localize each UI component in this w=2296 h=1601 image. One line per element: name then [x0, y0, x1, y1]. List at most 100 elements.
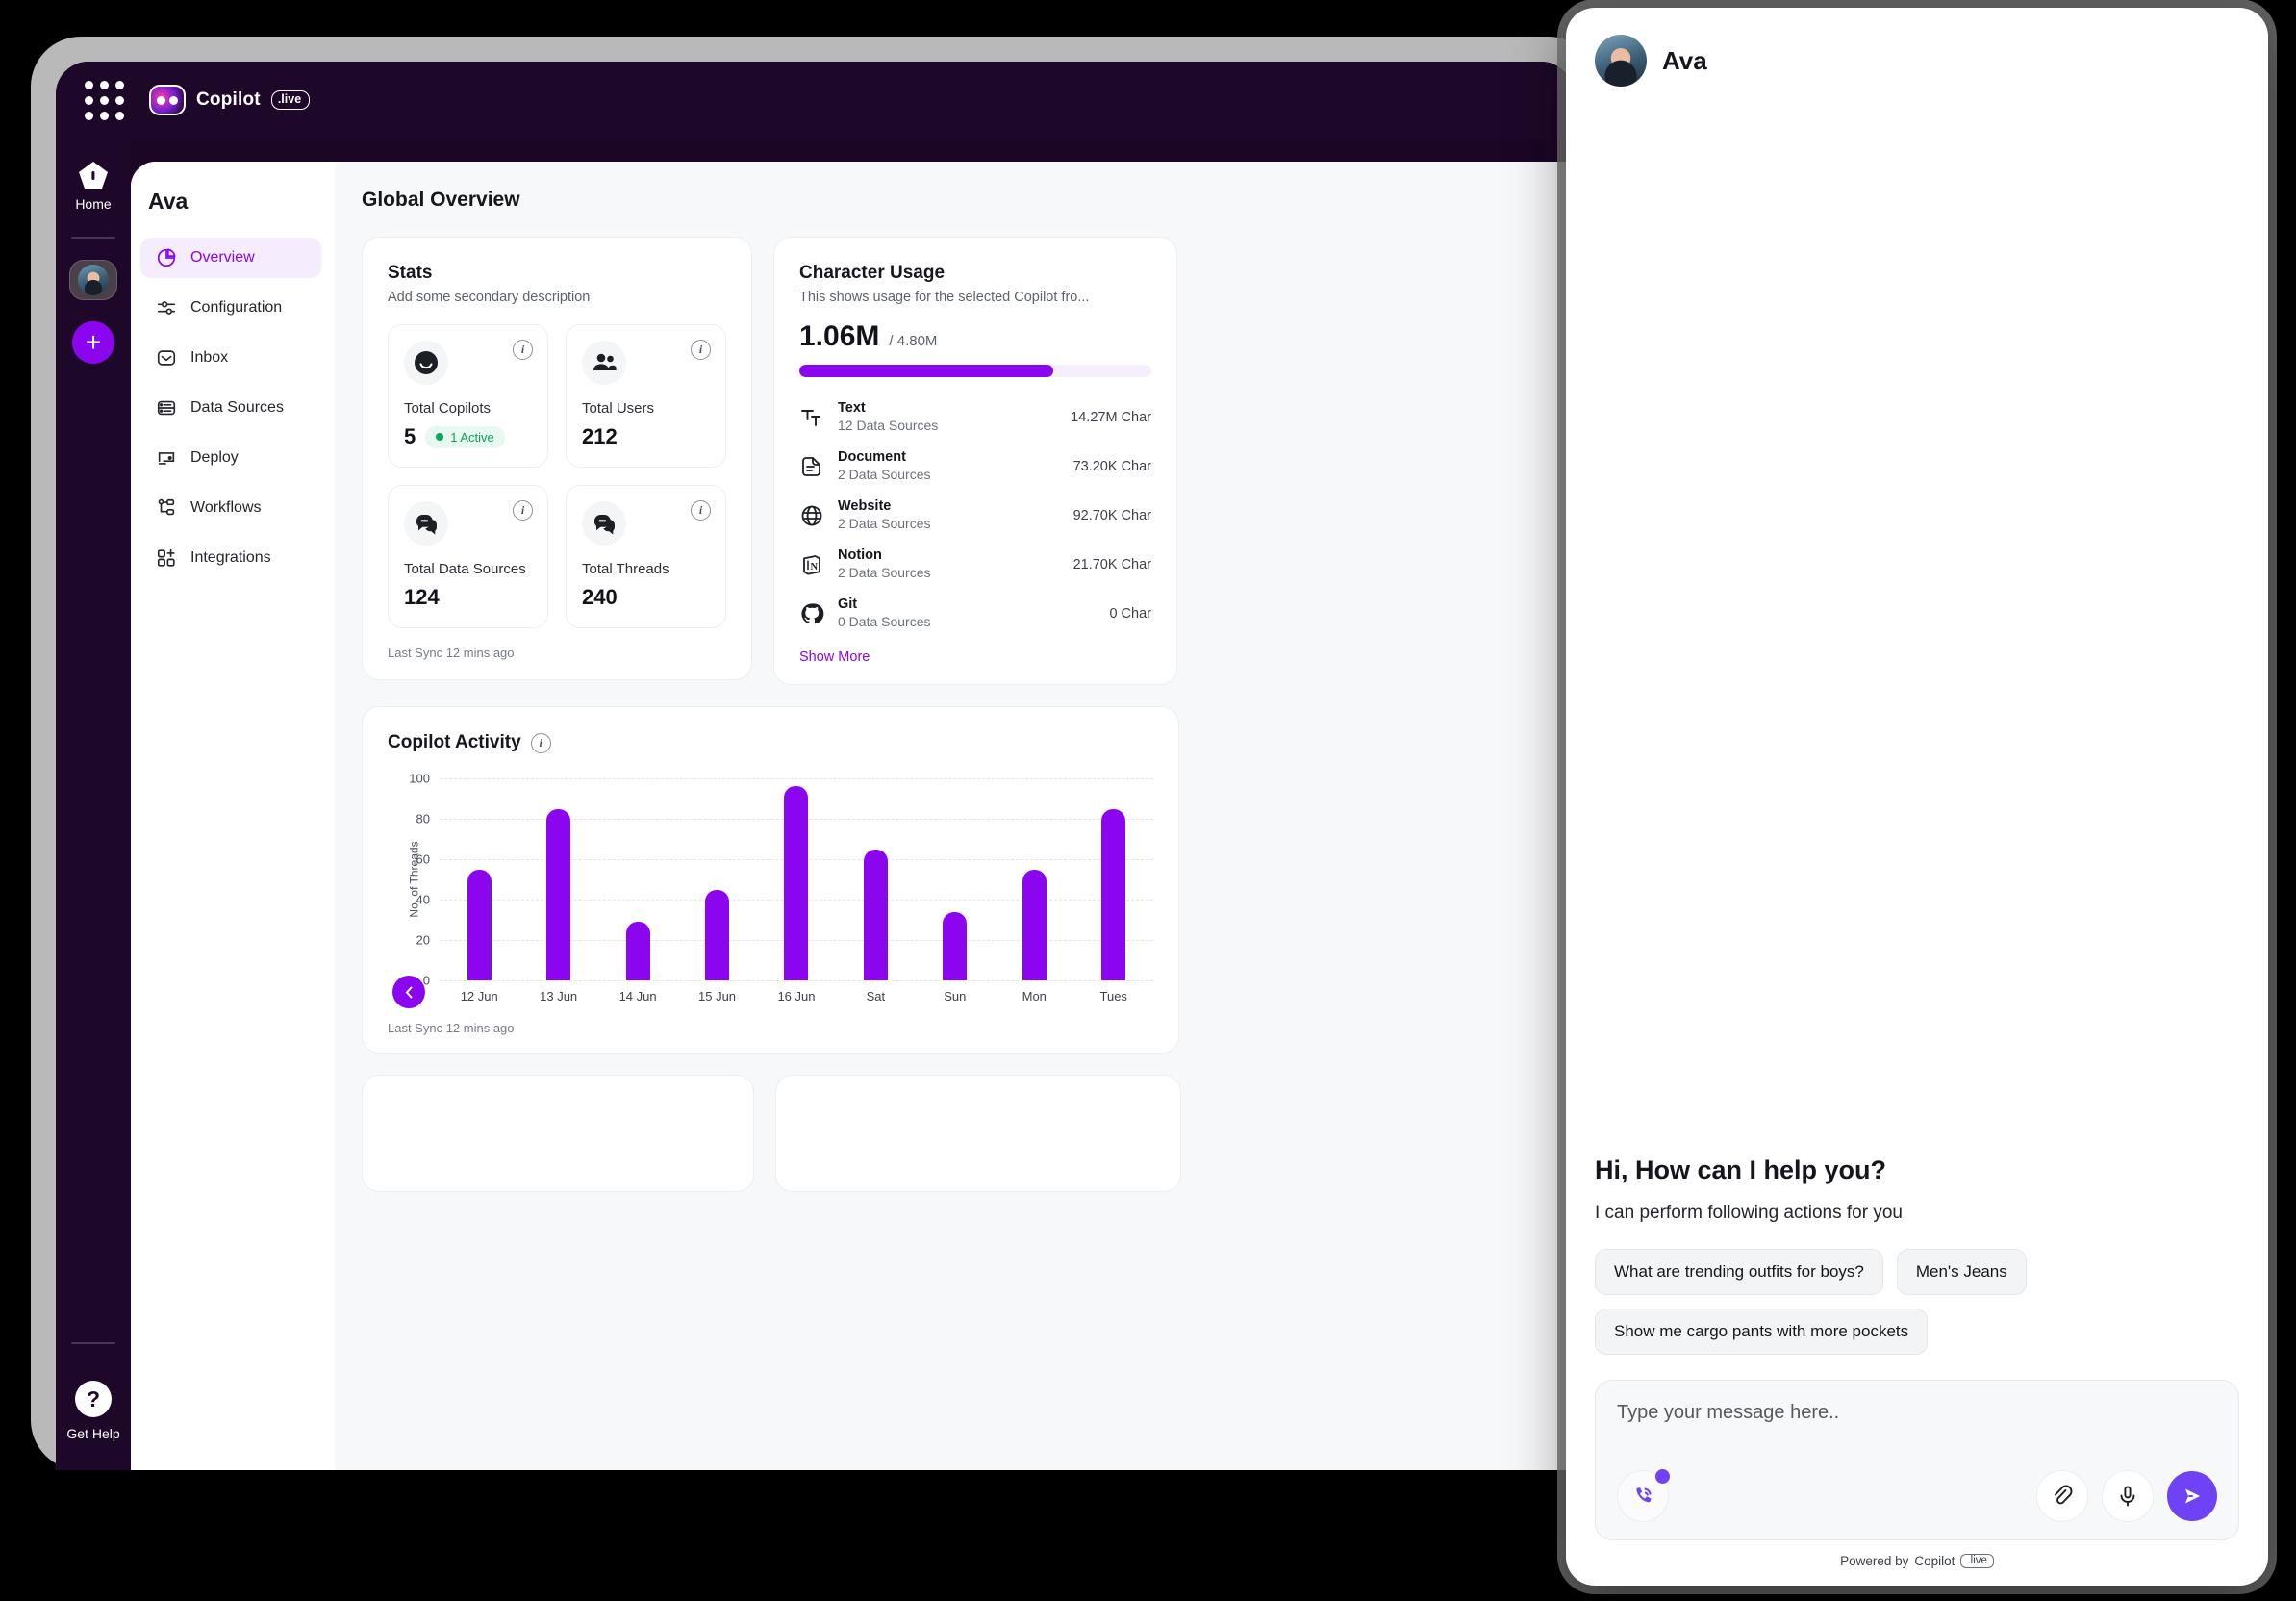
chart-y-tick: 80 [416, 811, 430, 826]
get-help-label: Get Help [66, 1426, 120, 1441]
stat-total-threads[interactable]: i Total Threads 240 [566, 485, 726, 628]
chart-bar [1101, 808, 1126, 981]
chart-bar-column[interactable] [836, 778, 915, 981]
chart-bar-column[interactable] [518, 778, 597, 981]
usage-row-website[interactable]: Website 2 Data Sources 92.70K Char [799, 491, 1151, 540]
usage-sources: 2 Data Sources [838, 516, 931, 532]
chart-bar-column[interactable] [916, 778, 995, 981]
sidebar-item-inbox[interactable]: Inbox [140, 338, 321, 378]
chart-bar-column[interactable] [440, 778, 518, 981]
suggestion-chip[interactable]: What are trending outfits for boys? [1595, 1249, 1883, 1295]
notification-dot-icon [1655, 1469, 1670, 1484]
chart-x-axis-ticks: 12 Jun 13 Jun 14 Jun 15 Jun 16 Jun Sat Sun Mon T… [440, 989, 1153, 1004]
phone-call-button[interactable] [1617, 1469, 1670, 1522]
svg-text:N: N [811, 562, 819, 572]
stat-total-users[interactable]: i Total Users 212 [566, 324, 726, 468]
sidebar-item-label: Overview [190, 249, 255, 266]
sidebar-collapse-button[interactable] [392, 976, 425, 1008]
brand[interactable]: Copilot .live [149, 85, 311, 115]
chart-bar [943, 911, 968, 981]
chart-bar [863, 849, 888, 981]
send-button[interactable] [2167, 1471, 2217, 1521]
chart-x-tick: 16 Jun [777, 989, 816, 1004]
info-icon[interactable]: i [530, 732, 551, 753]
usage-text: Git 0 Data Sources [838, 596, 1096, 631]
stat-value: 5 [404, 424, 416, 448]
sidebar-item-configuration[interactable]: Configuration [140, 288, 321, 328]
usage-progress-bar [799, 365, 1151, 377]
suggestion-chip[interactable]: Show me cargo pants with more pockets [1595, 1309, 1929, 1355]
microphone-icon [2120, 1486, 2135, 1507]
usage-row-notion[interactable]: N Notion 2 Data Sources 21.70K Char [799, 540, 1151, 589]
usage-name: Notion [838, 547, 882, 564]
message-input[interactable] [1617, 1402, 2217, 1470]
rail-bottom: ? Get Help [66, 1317, 120, 1470]
sidebar-item-workflows[interactable]: Workflows [140, 488, 321, 528]
usage-row-document[interactable]: Document 2 Data Sources 73.20K Char [799, 442, 1151, 491]
usage-name: Text [838, 400, 866, 416]
stats-card: Stats Add some secondary description i T… [362, 237, 752, 680]
attach-button[interactable] [2036, 1470, 2088, 1522]
usage-total-row: 1.06M / 4.80M [799, 320, 1151, 353]
powered-prefix: Powered by [1840, 1554, 1909, 1568]
sidebar-item-data-sources[interactable]: Data Sources [140, 388, 321, 428]
stat-total-data-sources[interactable]: i Total Data Sources 124 [388, 485, 548, 628]
stat-total-copilots[interactable]: i Total Copilots 5 1 Active [388, 324, 548, 468]
info-icon[interactable]: i [513, 500, 533, 521]
app-body: Ava Overview Configuration Inbox Data So… [131, 162, 1574, 1470]
sidebar-item-overview[interactable]: Overview [140, 238, 321, 278]
integrations-icon [157, 548, 175, 567]
bottom-card-left [362, 1075, 754, 1193]
chart-bar-column[interactable] [995, 778, 1073, 981]
usage-text: Notion 2 Data Sources [838, 546, 1060, 582]
stat-value: 124 [404, 585, 440, 609]
chart-bars [440, 778, 1153, 981]
chat-subtitle: I can perform following actions for you [1595, 1203, 1903, 1223]
users-icon [582, 341, 626, 385]
globe-icon [801, 505, 822, 525]
add-copilot-button[interactable]: + [72, 321, 114, 364]
chart-bar-column[interactable] [677, 778, 756, 981]
chart-bar-column[interactable] [1074, 778, 1153, 981]
info-icon[interactable]: i [513, 340, 533, 360]
usage-row-text[interactable]: Text 12 Data Sources 14.27M Char [799, 393, 1151, 442]
page-title: Global Overview [362, 189, 520, 211]
usage-row-git[interactable]: Git 0 Data Sources 0 Char [799, 589, 1151, 638]
rail-avatar[interactable] [69, 260, 117, 300]
question-mark-icon[interactable]: ? [75, 1381, 112, 1417]
home-icon [78, 162, 108, 189]
usage-sources: 12 Data Sources [838, 418, 939, 434]
chart-y-tick: 60 [416, 851, 430, 867]
microphone-button[interactable] [2102, 1470, 2154, 1522]
stat-value-row: 212 [582, 424, 710, 449]
deploy-icon [158, 452, 175, 465]
chart-bar [1022, 869, 1047, 981]
info-icon[interactable]: i [691, 340, 711, 360]
sidebar-item-label: Integrations [190, 549, 271, 566]
usage-text: Text 12 Data Sources [838, 399, 1057, 435]
usage-title: Character Usage [799, 263, 946, 283]
info-icon[interactable]: i [691, 500, 711, 521]
chart-bar [467, 869, 492, 981]
bottom-cards-row [362, 1075, 1574, 1193]
stats-title: Stats [388, 263, 433, 283]
apps-grid-icon[interactable] [85, 80, 124, 120]
rail-item-home[interactable]: Home [75, 160, 112, 212]
sidebar-item-label: Inbox [190, 349, 229, 366]
laptop-frame: Copilot .live Home + ? Get Help Ava Over… [31, 37, 1599, 1470]
chevron-left-icon [405, 986, 412, 998]
avatar [78, 265, 109, 295]
text-format-icon [801, 409, 820, 426]
status-badge-label: 1 Active [450, 429, 494, 445]
sliders-icon [157, 301, 176, 315]
sidebar-item-deploy[interactable]: Deploy [140, 438, 321, 478]
stat-label: Total Users [582, 400, 655, 417]
chart-bar-column[interactable] [598, 778, 677, 981]
chart-x-tick: 13 Jun [540, 989, 578, 1004]
sidebar-item-integrations[interactable]: Integrations [140, 538, 321, 578]
show-more-link[interactable]: Show More [799, 649, 1151, 665]
rail-divider-bottom [71, 1342, 115, 1344]
chart-bar-column[interactable] [757, 778, 836, 981]
suggestion-chip[interactable]: Men's Jeans [1896, 1249, 2027, 1295]
stat-label: Total Threads [582, 561, 669, 577]
